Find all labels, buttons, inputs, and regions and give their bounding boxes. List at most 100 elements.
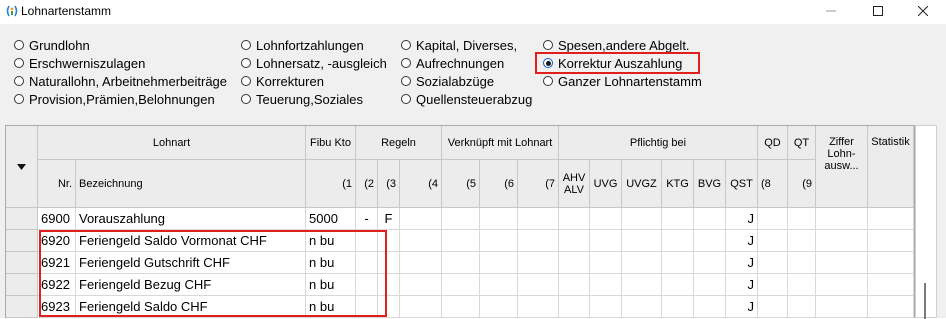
radio-circle <box>14 94 24 104</box>
radio-naturallohn[interactable]: Naturallohn, Arbeitnehmerbeiträge <box>14 73 227 89</box>
header-fibu-kto: Fibu Kto <box>306 126 356 160</box>
radio-lohnfortzahlungen[interactable]: Lohnfortzahlungen <box>241 37 364 53</box>
maximize-icon <box>873 6 883 16</box>
table-row[interactable]: 6921 Feriengeld Gutschrift CHF n bu J <box>6 252 916 274</box>
cell <box>559 230 590 252</box>
table-row[interactable]: 6922 Feriengeld Bezug CHF n bu J <box>6 274 916 296</box>
cell-bezeichnung: Feriengeld Bezug CHF <box>76 274 306 296</box>
maximize-button[interactable] <box>855 0 901 22</box>
cell-bezeichnung: Feriengeld Saldo Vormonat CHF <box>76 230 306 252</box>
radio-aufrechnungen[interactable]: Aufrechnungen <box>401 55 504 71</box>
radio-circle <box>401 94 411 104</box>
cell <box>662 274 694 296</box>
cell <box>662 230 694 252</box>
cell <box>758 252 788 274</box>
sort-down-icon <box>17 163 26 170</box>
cell <box>400 252 442 274</box>
cell <box>590 230 622 252</box>
radio-label: Lohnfortzahlungen <box>256 37 364 53</box>
cell <box>442 252 480 274</box>
radio-sozialabzuege[interactable]: Sozialabzüge <box>401 73 494 89</box>
radio-label: Erschwerniszulagen <box>29 55 146 71</box>
radio-ganzer-lohnartenstamm[interactable]: Ganzer Lohnartenstamm <box>543 73 702 89</box>
row-selector[interactable] <box>6 230 38 252</box>
radio-provision[interactable]: Provision,Prämien,Belohnungen <box>14 91 215 107</box>
radio-label: Provision,Prämien,Belohnungen <box>29 91 215 107</box>
cell-fibu: n bu <box>306 296 356 318</box>
row-selector[interactable] <box>6 274 38 296</box>
vertical-scrollbar[interactable] <box>915 125 937 319</box>
header-verknuepft: Verknüpft mit Lohnart <box>442 126 559 160</box>
cell-fibu: 5000 <box>306 208 356 230</box>
radio-label: Sozialabzüge <box>416 73 495 89</box>
lohnarten-grid: Lohnart Fibu Kto Regeln Verknüpft mit Lo… <box>0 117 946 319</box>
radio-kapital[interactable]: Kapital, Diverses, <box>401 37 517 53</box>
cell <box>816 252 868 274</box>
cell <box>400 230 442 252</box>
radio-lohnersatz[interactable]: Lohnersatz, -ausgleich <box>241 55 387 71</box>
cell <box>590 296 622 318</box>
table-row[interactable]: 6923 Feriengeld Saldo CHF n bu J <box>6 296 916 318</box>
cell <box>442 296 480 318</box>
cell <box>590 208 622 230</box>
cell <box>518 274 559 296</box>
radio-korrekturen[interactable]: Korrekturen <box>241 73 324 89</box>
cell-regel-3 <box>378 274 400 296</box>
radio-erschwerniszulagen[interactable]: Erschwerniszulagen <box>14 55 145 71</box>
header-nr: Nr. <box>38 160 76 208</box>
radio-circle <box>14 40 24 50</box>
cell <box>868 230 914 252</box>
cell-nr: 6921 <box>38 252 76 274</box>
window-title: Lohnartenstamm <box>21 4 112 18</box>
cell <box>788 208 816 230</box>
header-pflichtig: Pflichtig bei <box>559 126 758 160</box>
cell-regel-2 <box>356 274 378 296</box>
header-qd: QD <box>758 126 788 160</box>
row-selector[interactable] <box>6 296 38 318</box>
cell-bezeichnung: Vorauszahlung <box>76 208 306 230</box>
scrollbar-thumb[interactable] <box>924 283 926 319</box>
cell <box>868 252 914 274</box>
row-selector[interactable] <box>6 208 38 230</box>
radio-quellensteuerabzug[interactable]: Quellensteuerabzug <box>401 91 532 107</box>
sort-header-corner[interactable] <box>6 126 38 208</box>
radio-label: Korrekturen <box>256 73 324 89</box>
header-regeln: Regeln <box>356 126 442 160</box>
header-col-5: (5 <box>442 160 480 208</box>
radio-circle <box>241 58 251 68</box>
cell <box>758 208 788 230</box>
cell <box>788 296 816 318</box>
header-uvg: UVG <box>590 160 622 208</box>
radio-teuerung[interactable]: Teuerung,Soziales <box>241 91 363 107</box>
header-statistik: Statistik <box>868 126 914 208</box>
row-selector[interactable] <box>6 252 38 274</box>
cell <box>622 208 662 230</box>
cell <box>480 252 518 274</box>
header-col-1: (1 <box>306 160 356 208</box>
header-ahv-alv: AHV ALV <box>559 160 590 208</box>
cell-fibu: n bu <box>306 252 356 274</box>
cell <box>400 274 442 296</box>
cell <box>662 208 694 230</box>
radio-circle <box>241 40 251 50</box>
close-button[interactable] <box>900 0 946 22</box>
radio-grundlohn[interactable]: Grundlohn <box>14 37 90 53</box>
cell-regel-2 <box>356 230 378 252</box>
cell <box>559 296 590 318</box>
radio-circle <box>241 76 251 86</box>
cell <box>662 252 694 274</box>
cell <box>622 274 662 296</box>
cell <box>868 208 914 230</box>
table-row[interactable]: 6900 Vorauszahlung 5000 - F J <box>6 208 916 230</box>
cell <box>694 252 726 274</box>
radio-korrektur-auszahlung[interactable]: Korrektur Auszahlung <box>543 55 682 71</box>
cell <box>694 208 726 230</box>
cell <box>694 230 726 252</box>
cell <box>400 296 442 318</box>
header-ktg: KTG <box>662 160 694 208</box>
minimize-button[interactable] <box>808 0 854 22</box>
table-row[interactable]: 6920 Feriengeld Saldo Vormonat CHF n bu … <box>6 230 916 252</box>
cell <box>788 230 816 252</box>
header-col-8: (8 <box>758 160 788 208</box>
radio-spesen[interactable]: Spesen,andere Abgelt. <box>543 37 690 53</box>
